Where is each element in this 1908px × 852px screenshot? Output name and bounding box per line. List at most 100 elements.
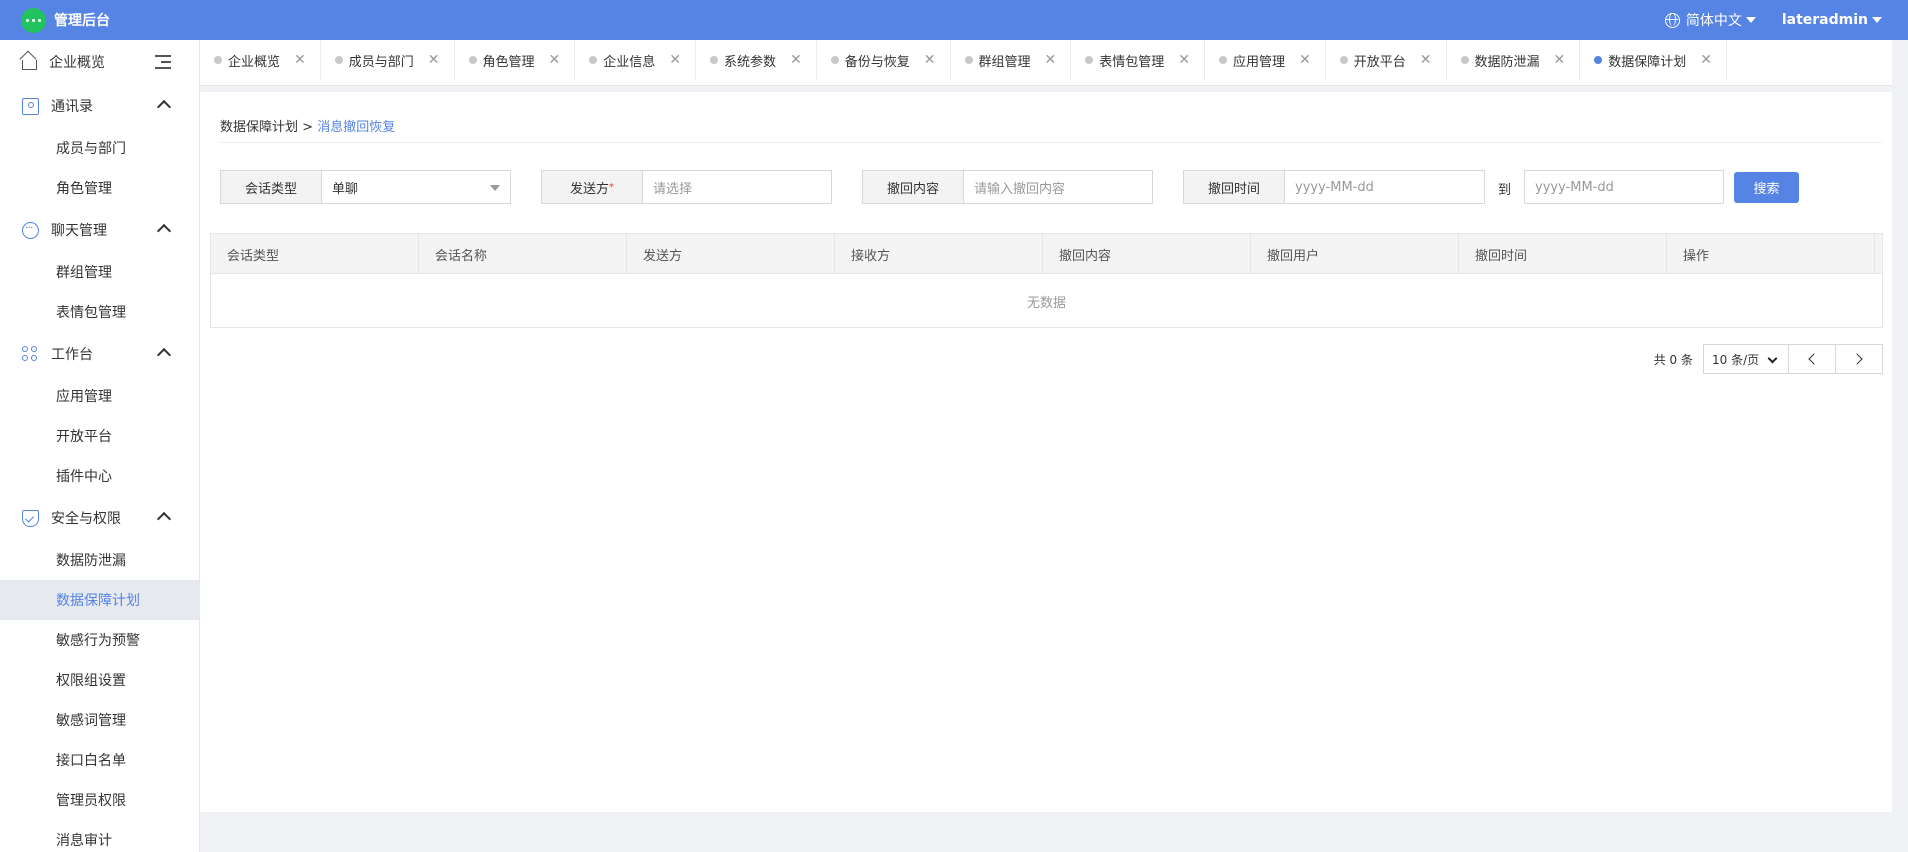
prev-page-button[interactable] [1789, 344, 1836, 374]
sidebar-item-data-protection[interactable]: 数据保障计划 [0, 580, 199, 620]
dot-icon [830, 56, 839, 64]
tab-company-info[interactable]: 企业信息 ✕ [575, 40, 696, 80]
sidebar-item-apps[interactable]: 应用管理 [0, 376, 199, 416]
close-icon[interactable]: ✕ [549, 52, 561, 68]
filter-date-end: yyyy-MM-dd [1524, 170, 1724, 204]
column-header: 会话类型 [211, 234, 419, 274]
sender-select[interactable]: 请选择 [643, 170, 832, 204]
sidebar-item-roles[interactable]: 角色管理 [0, 168, 199, 208]
chat-icon [22, 221, 39, 239]
user-menu[interactable]: lateradmin [1782, 12, 1882, 28]
close-icon[interactable]: ✕ [428, 52, 440, 68]
column-header: 撤回时间 [1459, 234, 1667, 274]
column-header: 会话名称 [419, 234, 627, 274]
tab-members[interactable]: 成员与部门 ✕ [321, 40, 455, 80]
globe-icon [1664, 12, 1680, 28]
chevron-left-icon [1808, 353, 1820, 365]
close-icon[interactable]: ✕ [924, 52, 936, 68]
sidebar-item-sensitive-alerts[interactable]: 敏感行为预警 [0, 620, 199, 660]
tab-system-params[interactable]: 系统参数 ✕ [696, 40, 817, 80]
dot-icon [1460, 56, 1469, 64]
next-page-button[interactable] [1836, 344, 1883, 374]
sidebar-item-permission-groups[interactable]: 权限组设置 [0, 660, 199, 700]
sidebar-item-message-audit[interactable]: 消息审计 [0, 820, 199, 852]
total-count: 共 0 条 [1653, 352, 1693, 367]
page-size-select[interactable]: 10 条/页 [1703, 344, 1789, 374]
column-header: 撤回内容 [1043, 234, 1251, 274]
caret-down-icon [490, 185, 500, 191]
breadcrumb: 数据保障计划 > 消息撤回恢复 [220, 116, 395, 135]
column-header: 接收方 [835, 234, 1043, 274]
close-icon[interactable]: ✕ [790, 52, 802, 68]
dot-icon [214, 56, 222, 64]
filter-sender: 发送方 * 请选择 [541, 170, 832, 204]
date-start-input[interactable]: yyyy-MM-dd [1285, 170, 1485, 204]
close-icon[interactable]: ✕ [1420, 52, 1432, 68]
tab-backup[interactable]: 备份与恢复 ✕ [817, 40, 951, 80]
tab-label: 成员与部门 [348, 54, 414, 70]
recall-content-input[interactable]: 请输入撤回内容 [964, 170, 1153, 204]
tab-label: 数据保障计划 [1608, 54, 1687, 70]
tab-label: 开放平台 [1353, 54, 1406, 70]
recall-time-label: 撤回时间 [1183, 170, 1285, 204]
collapse-menu-icon[interactable] [155, 55, 171, 69]
sidebar-section-chat[interactable]: 聊天管理 [0, 208, 199, 252]
tab-roles[interactable]: 角色管理 ✕ [455, 40, 576, 80]
tab-overview[interactable]: 企业概览 ✕ [200, 40, 321, 80]
sidebar-section-workbench[interactable]: 工作台 [0, 332, 199, 376]
tab-stickers[interactable]: 表情包管理 ✕ [1071, 40, 1205, 80]
home-icon [22, 60, 37, 70]
breadcrumb-parent[interactable]: 数据保障计划 [220, 120, 298, 135]
filter-recall-time: 撤回时间 yyyy-MM-dd [1183, 170, 1485, 204]
dot-icon [710, 56, 718, 64]
username: lateradmin [1781, 12, 1868, 28]
search-button[interactable]: 搜索 [1734, 172, 1799, 203]
sidebar-item-api-whitelist[interactable]: 接口白名单 [0, 740, 199, 780]
sidebar-item-plugins[interactable]: 插件中心 [0, 456, 199, 496]
chevron-up-icon [156, 347, 172, 363]
sidebar-item-groups[interactable]: 群组管理 [0, 252, 199, 292]
close-icon[interactable]: ✕ [1700, 52, 1712, 68]
session-type-value: 单聊 [332, 181, 359, 197]
close-icon[interactable]: ✕ [1178, 52, 1190, 68]
tab-label: 表情包管理 [1099, 54, 1165, 70]
sidebar-item-stickers[interactable]: 表情包管理 [0, 292, 199, 332]
sidebar-item-dlp[interactable]: 数据防泄漏 [0, 540, 199, 580]
date-end-input[interactable]: yyyy-MM-dd [1524, 170, 1724, 204]
tab-data-protection[interactable]: 数据保障计划 ✕ [1580, 40, 1727, 80]
close-icon[interactable]: ✕ [1299, 52, 1311, 68]
dot-icon [1085, 56, 1094, 64]
sidebar-item-overview[interactable]: 企业概览 [0, 40, 199, 84]
date-end-placeholder: yyyy-MM-dd [1535, 179, 1614, 195]
sidebar-item-members[interactable]: 成员与部门 [0, 128, 199, 168]
divider [220, 142, 1882, 143]
tab-dlp[interactable]: 数据防泄漏 ✕ [1447, 40, 1581, 80]
close-icon[interactable]: ✕ [1554, 52, 1566, 68]
app-logo[interactable]: 管理后台 [21, 7, 110, 33]
tab-label: 应用管理 [1233, 54, 1286, 70]
sidebar-item-admin-permissions[interactable]: 管理员权限 [0, 780, 199, 820]
chevron-up-icon [156, 223, 172, 239]
sidebar-section-security[interactable]: 安全与权限 [0, 496, 199, 540]
tab-label: 企业概览 [228, 54, 281, 70]
close-icon[interactable]: ✕ [669, 52, 681, 68]
language-selector[interactable]: 简体中文 [1664, 10, 1756, 30]
session-type-select[interactable]: 单聊 [322, 170, 511, 204]
sidebar-item-sensitive-words[interactable]: 敏感词管理 [0, 700, 199, 740]
session-type-label: 会话类型 [220, 170, 322, 204]
sidebar-section-label: 通讯录 [51, 99, 93, 115]
tab-groups[interactable]: 群组管理 ✕ [951, 40, 1072, 80]
tab-open-platform[interactable]: 开放平台 ✕ [1326, 40, 1447, 80]
dot-icon [1219, 56, 1227, 64]
sender-label-text: 发送方 [569, 181, 609, 197]
tab-apps[interactable]: 应用管理 ✕ [1205, 40, 1326, 80]
sidebar-section-contacts[interactable]: 通讯录 [0, 84, 199, 128]
dot-icon [964, 56, 973, 64]
close-icon[interactable]: ✕ [294, 52, 306, 68]
dot-icon [1339, 56, 1348, 64]
sidebar-item-open-platform[interactable]: 开放平台 [0, 416, 199, 456]
tab-label: 群组管理 [978, 54, 1031, 70]
empty-state: 无数据 [1026, 295, 1066, 311]
tab-label: 角色管理 [482, 54, 535, 70]
close-icon[interactable]: ✕ [1045, 52, 1057, 68]
